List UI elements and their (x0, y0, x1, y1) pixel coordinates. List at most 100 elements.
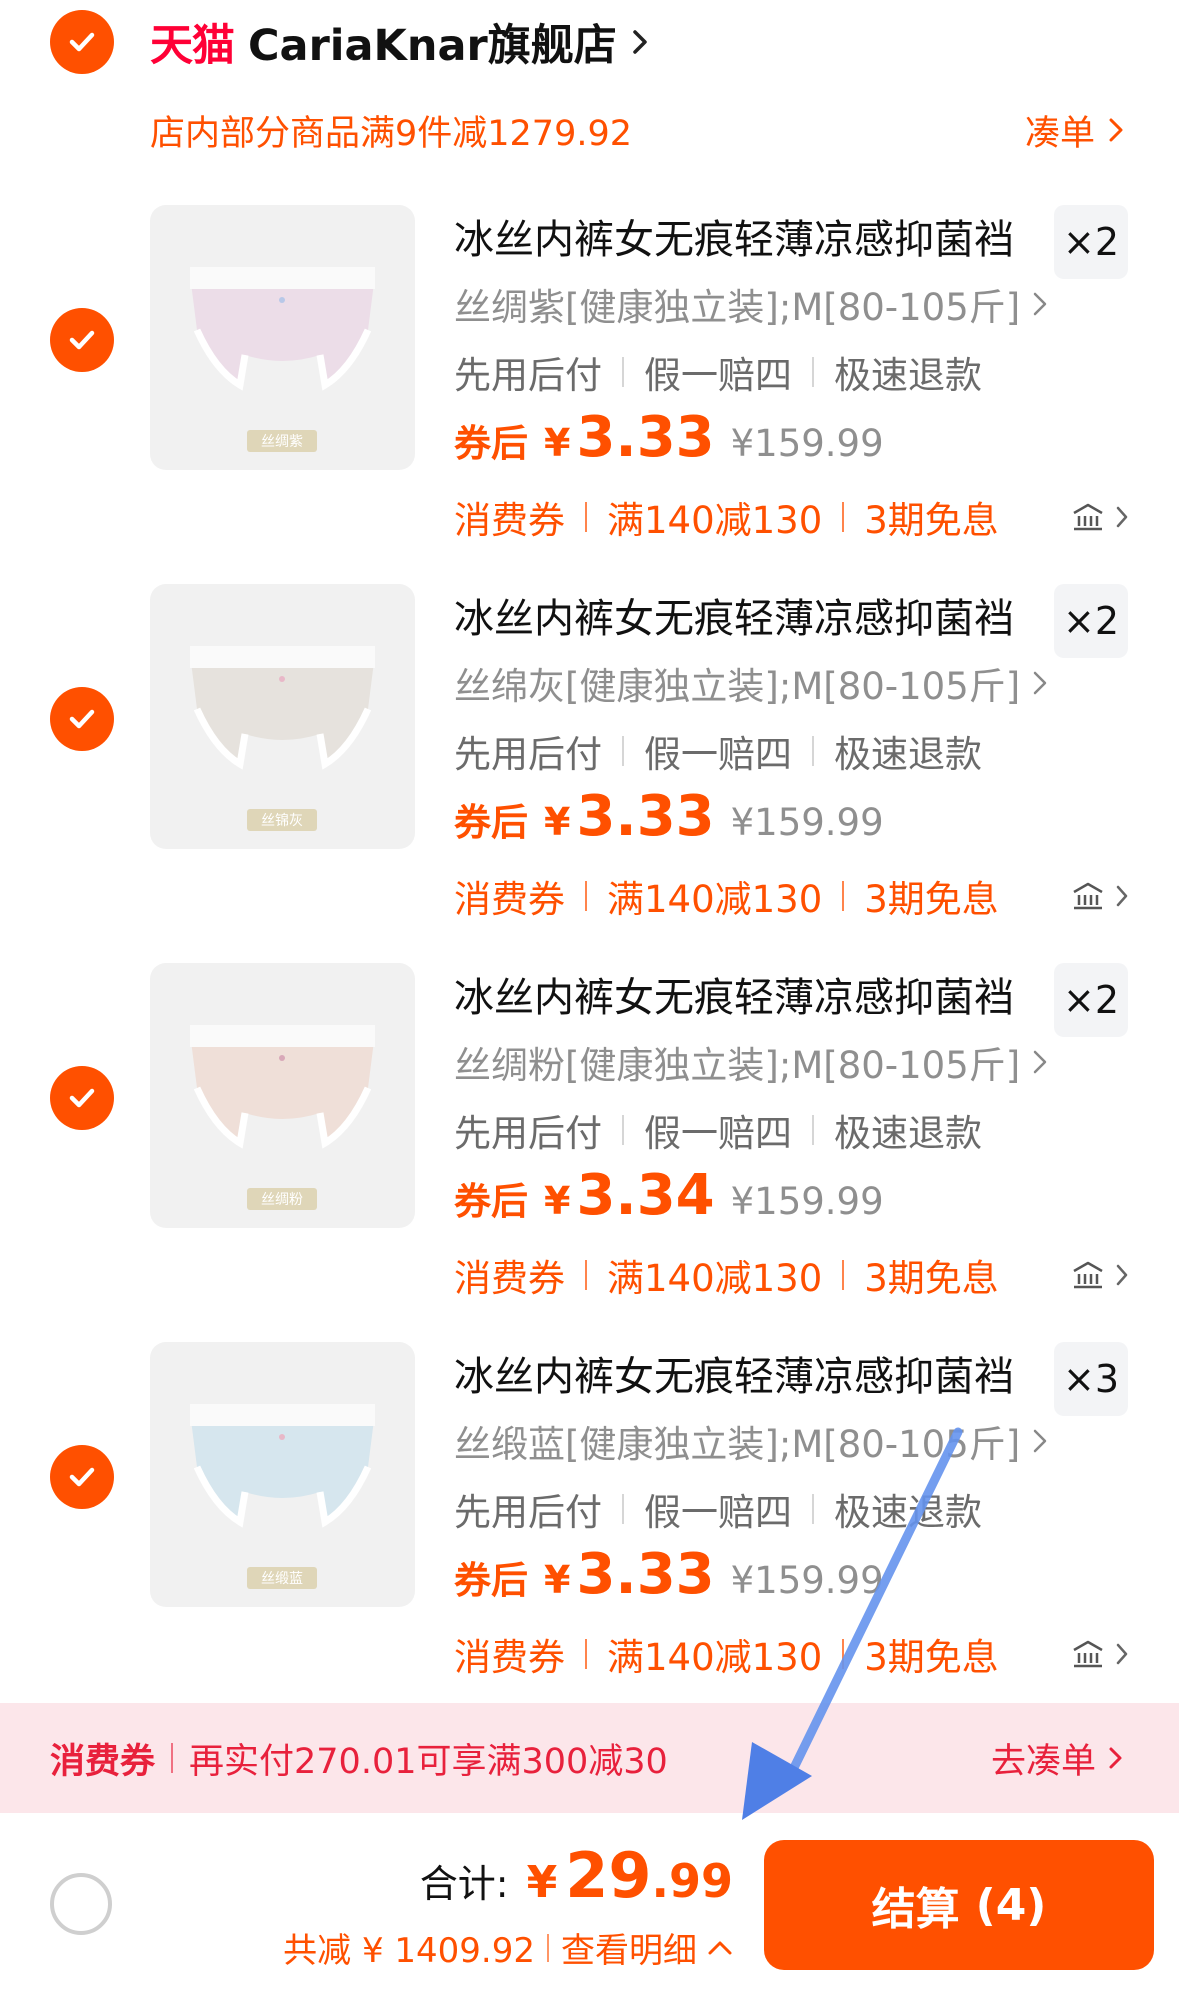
product-image[interactable]: 丝锦灰 (150, 584, 415, 849)
product-title[interactable]: 冰丝内裤女无痕轻薄凉感抑菌裆 (454, 965, 1034, 1023)
product-image[interactable]: 丝绸紫 (150, 205, 415, 470)
go-add-items-link[interactable]: 去凑单 (991, 1733, 1124, 1784)
bank-icon (1073, 882, 1103, 910)
add-items-link[interactable]: 凑单 (1025, 105, 1125, 156)
view-details-label: 查看明细 (561, 1931, 697, 1971)
item-select-checkbox[interactable] (50, 1445, 114, 1509)
currency-symbol: ¥ (544, 1179, 571, 1223)
item-price: 3.34 (576, 1163, 715, 1228)
service-tag: 极速退款 (834, 733, 982, 776)
divider (622, 1494, 624, 1524)
coupon-tag: 满140减130 (607, 1257, 823, 1300)
store-header[interactable]: 天猫 CariaKnar旗舰店 (150, 10, 651, 74)
item-select-checkbox[interactable] (50, 308, 114, 372)
total-integer: 29 (565, 1839, 652, 1912)
quantity-button[interactable]: ×2 (1054, 205, 1128, 279)
coupon-row[interactable]: 消费券 满140减130 3期免息 (454, 866, 1129, 926)
divider (585, 1260, 587, 1290)
coupon-tag: 3期免息 (864, 1636, 999, 1679)
quantity-button[interactable]: ×2 (1054, 584, 1128, 658)
product-title[interactable]: 冰丝内裤女无痕轻薄凉感抑菌裆 (454, 1344, 1034, 1402)
store-select-checkbox[interactable] (50, 10, 114, 74)
cart-item: 丝绸紫 冰丝内裤女无痕轻薄凉感抑菌裆 ×2 丝绸紫[健康独立装];M[80-10… (0, 205, 1179, 583)
checkout-label: 结算 (871, 1884, 960, 1935)
product-title[interactable]: 冰丝内裤女无痕轻薄凉感抑菌裆 (454, 207, 1034, 265)
product-image-tag: 丝锦灰 (247, 809, 317, 831)
chevron-right-icon (1116, 885, 1128, 907)
coupon-tag: 消费券 (454, 1257, 565, 1300)
sku-selector[interactable]: 丝绸粉[健康独立装];M[80-105斤] (454, 1035, 1048, 1089)
chevron-right-icon (1109, 1747, 1122, 1769)
chevron-up-icon (708, 1941, 732, 1954)
currency-symbol: ¥ (544, 1558, 571, 1602)
checkout-button[interactable]: 结算 (4) (764, 1840, 1154, 1970)
checkmark-icon (69, 32, 95, 52)
item-price: 3.33 (576, 405, 715, 470)
original-price: ¥159.99 (730, 1559, 884, 1602)
coupon-tag: 3期免息 (864, 1257, 999, 1300)
bank-icon (1073, 1640, 1103, 1668)
store-promo-row: 店内部分商品满9件减1279.92 凑单 (150, 102, 1125, 158)
original-price: ¥159.99 (730, 801, 884, 844)
product-title[interactable]: 冰丝内裤女无痕轻薄凉感抑菌裆 (454, 586, 1034, 644)
chevron-right-icon (1033, 292, 1047, 316)
item-select-checkbox[interactable] (50, 687, 114, 751)
service-tag: 极速退款 (834, 1112, 982, 1155)
total-row: 合计: ¥ 29 .99 (420, 1839, 733, 1912)
select-all-checkbox[interactable] (50, 1873, 112, 1935)
item-select-checkbox[interactable] (50, 1066, 114, 1130)
sku-label: 丝绸粉[健康独立装];M[80-105斤] (454, 1044, 1021, 1087)
savings-text: 共减 ¥ 1409.92 (283, 1931, 535, 1971)
coupon-row[interactable]: 消费券 满140减130 3期免息 (454, 1624, 1129, 1684)
item-price: 3.33 (576, 784, 715, 849)
checkmark-icon (69, 1088, 95, 1108)
divider (812, 736, 814, 766)
price-row: 券后 ¥ 3.33 ¥159.99 (454, 405, 884, 485)
total-label: 合计: (419, 1862, 509, 1906)
sku-label: 丝缎蓝[健康独立装];M[80-105斤] (454, 1423, 1021, 1466)
product-image[interactable]: 丝绸粉 (150, 963, 415, 1228)
bank-icon (1073, 1261, 1103, 1289)
coupon-row[interactable]: 消费券 满140减130 3期免息 (454, 1245, 1129, 1305)
coupon-row[interactable]: 消费券 满140减130 3期免息 (454, 487, 1129, 547)
price-row: 券后 ¥ 3.33 ¥159.99 (454, 1542, 884, 1622)
item-price: 3.33 (576, 1542, 715, 1607)
service-tags: 先用后付 假一赔四 极速退款 (454, 1103, 982, 1157)
checkmark-icon (69, 1467, 95, 1487)
product-image-tag: 丝绸粉 (247, 1188, 317, 1210)
divider (842, 881, 845, 911)
sku-selector[interactable]: 丝绵灰[健康独立装];M[80-105斤] (454, 656, 1048, 710)
divider (622, 736, 624, 766)
coupon-tag: 满140减130 (607, 1636, 823, 1679)
divider (812, 357, 814, 387)
service-tag: 假一赔四 (644, 733, 792, 776)
service-tag: 先用后付 (454, 354, 602, 397)
chevron-right-icon (1116, 1264, 1128, 1286)
view-details-link[interactable]: 查看明细 (561, 1923, 733, 1972)
bank-icon (1073, 503, 1103, 531)
product-image[interactable]: 丝缎蓝 (150, 1342, 415, 1607)
store-name[interactable]: CariaKnar旗舰店 (248, 11, 617, 73)
service-tag: 极速退款 (834, 1491, 982, 1534)
divider (812, 1494, 814, 1524)
divider (842, 1260, 845, 1290)
sku-selector[interactable]: 丝绸紫[健康独立装];M[80-105斤] (454, 277, 1048, 331)
checkout-count: (4) (975, 1879, 1047, 1931)
chevron-right-icon (1033, 1429, 1047, 1453)
quantity-button[interactable]: ×3 (1054, 1342, 1128, 1416)
service-tag: 先用后付 (454, 1112, 602, 1155)
savings-row: 共减 ¥ 1409.92 查看明细 (283, 1923, 733, 1972)
cart-item: 丝绸粉 冰丝内裤女无痕轻薄凉感抑菌裆 ×2 丝绸粉[健康独立装];M[80-10… (0, 963, 1179, 1341)
chevron-right-icon (1033, 671, 1047, 695)
currency-symbol: ¥ (544, 800, 571, 844)
service-tag: 先用后付 (454, 733, 602, 776)
divider (585, 1639, 587, 1669)
currency-symbol: ¥ (544, 421, 571, 465)
chevron-right-icon (1116, 506, 1128, 528)
sku-selector[interactable]: 丝缎蓝[健康独立装];M[80-105斤] (454, 1414, 1048, 1468)
go-add-items-label: 去凑单 (990, 1741, 1096, 1782)
coupon-tag: 3期免息 (864, 499, 999, 542)
quantity-button[interactable]: ×2 (1054, 963, 1128, 1037)
currency-symbol: ¥ (526, 1857, 558, 1908)
chevron-right-icon (1116, 1643, 1128, 1665)
